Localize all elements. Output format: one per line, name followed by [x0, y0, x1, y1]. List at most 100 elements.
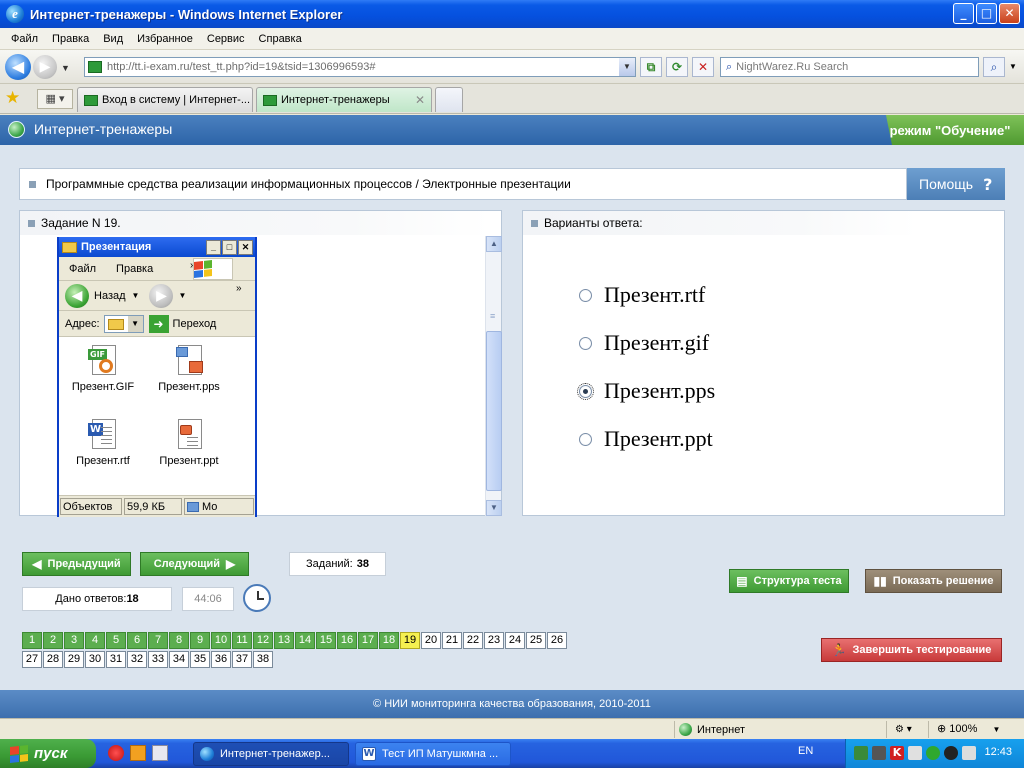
tray-icon[interactable] [926, 746, 940, 760]
search-input[interactable]: ⌕ NightWarez.Ru Search [720, 57, 979, 77]
question-number-7[interactable]: 7 [148, 632, 168, 649]
question-number-8[interactable]: 8 [169, 632, 189, 649]
maximize-button[interactable]: □ [976, 3, 997, 24]
answer-option[interactable]: Презент.rtf [579, 271, 715, 319]
question-number-1[interactable]: 1 [22, 632, 42, 649]
minimize-button[interactable]: _ [953, 3, 974, 24]
opera-icon[interactable] [108, 745, 124, 761]
compatibility-icon[interactable]: ⧉ [640, 57, 662, 77]
menu-favorites[interactable]: Избранное [130, 33, 200, 45]
show-solution-button[interactable]: ▮▮ Показать решение [865, 569, 1002, 593]
task-scrollbar[interactable]: ▲ ≡ ▼ [485, 236, 502, 516]
language-indicator[interactable]: EN [798, 745, 813, 757]
close-button[interactable]: ✕ [999, 3, 1020, 24]
question-number-17[interactable]: 17 [358, 632, 378, 649]
question-number-38[interactable]: 38 [253, 651, 273, 668]
question-number-28[interactable]: 28 [43, 651, 63, 668]
volume-icon[interactable] [908, 746, 922, 760]
menu-edit[interactable]: Правка [45, 33, 96, 45]
tab-login[interactable]: Вход в систему | Интернет-... [77, 87, 253, 112]
question-number-27[interactable]: 27 [22, 651, 42, 668]
address-url[interactable]: http://tt.i-exam.ru/test_tt.php?id=19&ts… [107, 61, 375, 73]
question-number-5[interactable]: 5 [106, 632, 126, 649]
question-number-13[interactable]: 13 [274, 632, 294, 649]
search-options-icon[interactable]: ▼ [1009, 62, 1017, 71]
question-number-31[interactable]: 31 [106, 651, 126, 668]
radio-button[interactable] [579, 336, 592, 350]
answer-label[interactable]: Презент.gif [604, 330, 709, 356]
menu-file[interactable]: Файл [4, 33, 45, 45]
question-number-16[interactable]: 16 [337, 632, 357, 649]
question-number-30[interactable]: 30 [85, 651, 105, 668]
question-number-23[interactable]: 23 [484, 632, 504, 649]
question-number-36[interactable]: 36 [211, 651, 231, 668]
answer-label[interactable]: Презент.ppt [604, 426, 713, 452]
answer-option[interactable]: Презент.pps [577, 367, 715, 415]
app-icon[interactable] [130, 745, 146, 761]
antivirus-icon[interactable]: K [890, 746, 904, 760]
question-number-32[interactable]: 32 [127, 651, 147, 668]
question-number-6[interactable]: 6 [127, 632, 147, 649]
finish-test-button[interactable]: 🏃 Завершить тестирование [821, 638, 1002, 662]
radio-button[interactable] [579, 288, 592, 302]
tray-icon[interactable] [872, 746, 886, 760]
quick-tabs-button[interactable]: ▦ ▾ [37, 89, 73, 109]
question-number-29[interactable]: 29 [64, 651, 84, 668]
show-desktop-icon[interactable] [152, 745, 168, 761]
tray-icon[interactable] [962, 746, 976, 760]
scroll-down-icon[interactable]: ▼ [486, 500, 502, 516]
question-number-19[interactable]: 19 [400, 632, 420, 649]
history-dropdown-icon[interactable]: ▼ [61, 63, 70, 73]
scroll-thumb[interactable] [486, 331, 502, 491]
answer-label[interactable]: Презент.pps [604, 378, 715, 404]
refresh-button[interactable]: ⟳ [666, 57, 688, 77]
radio-button-selected[interactable] [577, 382, 594, 400]
new-tab-button[interactable] [435, 87, 463, 112]
taskbar-item-word[interactable]: W Тест ИП Матушкмна ... [355, 742, 511, 766]
question-number-37[interactable]: 37 [232, 651, 252, 668]
help-button[interactable]: Помощь ? [907, 168, 1005, 200]
question-number-2[interactable]: 2 [43, 632, 63, 649]
scroll-up-icon[interactable]: ▲ [486, 236, 502, 252]
menu-view[interactable]: Вид [96, 33, 130, 45]
question-number-34[interactable]: 34 [169, 651, 189, 668]
tab-trainers[interactable]: Интернет-тренажеры ✕ [256, 87, 432, 112]
question-number-11[interactable]: 11 [232, 632, 252, 649]
question-number-4[interactable]: 4 [85, 632, 105, 649]
menu-help[interactable]: Справка [252, 33, 309, 45]
protected-mode-icon[interactable]: ⚙ ▾ [886, 721, 922, 738]
menu-tools[interactable]: Сервис [200, 33, 252, 45]
question-number-25[interactable]: 25 [526, 632, 546, 649]
tray-icon[interactable] [854, 746, 868, 760]
question-number-26[interactable]: 26 [547, 632, 567, 649]
question-number-15[interactable]: 15 [316, 632, 336, 649]
taskbar-item-ie[interactable]: Интернет-тренажер... [193, 742, 349, 766]
answer-option[interactable]: Презент.gif [579, 319, 715, 367]
answer-option[interactable]: Презент.ppt [579, 415, 715, 463]
stop-button[interactable]: ✕ [692, 57, 714, 77]
address-dropdown-icon[interactable]: ▼ [619, 58, 635, 76]
question-number-22[interactable]: 22 [463, 632, 483, 649]
previous-button[interactable]: ◀ Предыдущий [22, 552, 131, 576]
answer-label[interactable]: Презент.rtf [604, 282, 705, 308]
question-number-24[interactable]: 24 [505, 632, 525, 649]
address-bar[interactable]: http://tt.i-exam.ru/test_tt.php?id=19&ts… [84, 57, 636, 77]
question-number-21[interactable]: 21 [442, 632, 462, 649]
question-number-14[interactable]: 14 [295, 632, 315, 649]
question-number-20[interactable]: 20 [421, 632, 441, 649]
radio-button[interactable] [579, 432, 592, 446]
favorites-star-icon[interactable]: ★ [5, 88, 20, 108]
back-button[interactable]: ◀ [5, 54, 31, 80]
test-structure-button[interactable]: ▤ Структура теста [729, 569, 849, 593]
question-number-18[interactable]: 18 [379, 632, 399, 649]
question-number-10[interactable]: 10 [211, 632, 231, 649]
next-button[interactable]: Следующий ▶ [140, 552, 249, 576]
start-button[interactable]: пуск [0, 739, 96, 768]
question-number-3[interactable]: 3 [64, 632, 84, 649]
question-number-12[interactable]: 12 [253, 632, 273, 649]
tab-close-icon[interactable]: ✕ [415, 93, 425, 107]
question-number-9[interactable]: 9 [190, 632, 210, 649]
question-number-35[interactable]: 35 [190, 651, 210, 668]
forward-button[interactable]: ▶ [33, 55, 57, 79]
tray-icon[interactable] [944, 746, 958, 760]
